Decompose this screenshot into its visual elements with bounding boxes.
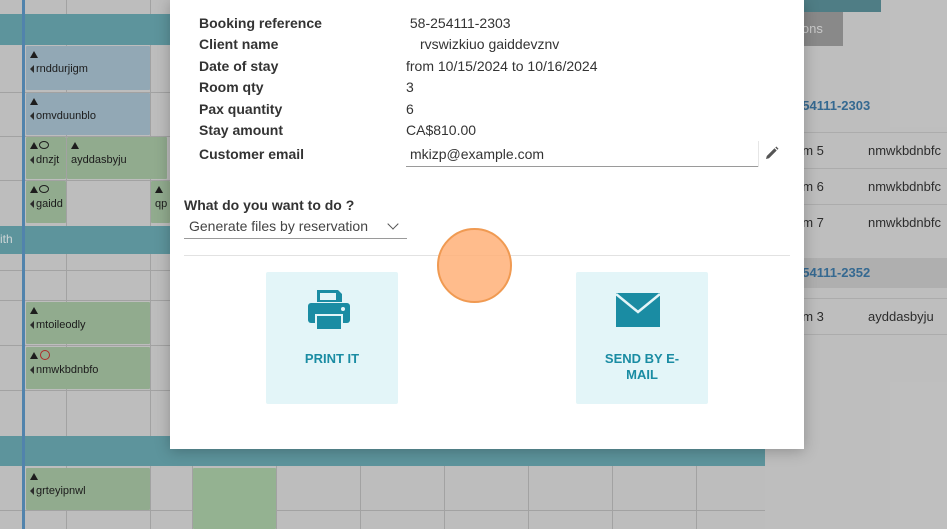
room-qty-value: 3: [406, 79, 414, 95]
envelope-icon: [615, 293, 661, 327]
send-files-modal: Booking reference 58-254111-2303 Client …: [170, 0, 804, 449]
send-email-button[interactable]: SEND BY E- MAIL: [576, 272, 708, 404]
stay-amount-row: Stay amount CA$810.00: [199, 122, 779, 142]
client-name-value: rvswizkiuo gaiddevznv: [420, 36, 560, 52]
room-qty-row: Room qty 3: [199, 79, 779, 99]
customer-email-input[interactable]: [406, 143, 746, 165]
booking-reference-value: 58-254111-2303: [406, 15, 511, 31]
booking-reference-row: Booking reference 58-254111-2303: [199, 15, 779, 35]
field-label: Customer email: [199, 146, 305, 162]
click-indicator: [437, 228, 512, 303]
field-label: Date of stay: [199, 58, 279, 74]
field-label: Client name: [199, 36, 279, 52]
pencil-icon: [766, 146, 779, 159]
stay-amount-value: CA$810.00: [406, 122, 477, 138]
print-label: PRINT IT: [304, 351, 360, 366]
customer-email-field-wrap: [406, 143, 758, 167]
field-label: Pax quantity: [199, 101, 283, 117]
action-select[interactable]: Generate files by reservation: [184, 215, 407, 239]
send-email-label-line2: MAIL: [626, 367, 658, 382]
field-label: Stay amount: [199, 122, 284, 138]
action-question-label: What do you want to do ?: [184, 197, 355, 213]
date-of-stay-value: from 10/15/2024 to 10/16/2024: [406, 58, 598, 74]
pax-quantity-value: 6: [406, 101, 414, 117]
field-label: Room qty: [199, 79, 264, 95]
chevron-down-icon: [387, 218, 399, 230]
field-label: Booking reference: [199, 15, 322, 31]
edit-email-button[interactable]: [758, 141, 782, 167]
date-of-stay-row: Date of stay from 10/15/2024 to 10/16/20…: [199, 58, 779, 78]
client-name-row: Client name rvswizkiuo gaiddevznv: [199, 36, 779, 56]
action-select-value: Generate files by reservation: [189, 218, 368, 234]
printer-icon: [308, 290, 350, 331]
send-email-label-line1: SEND BY E-: [604, 351, 680, 366]
pax-quantity-row: Pax quantity 6: [199, 101, 779, 121]
print-button[interactable]: PRINT IT: [266, 272, 398, 404]
